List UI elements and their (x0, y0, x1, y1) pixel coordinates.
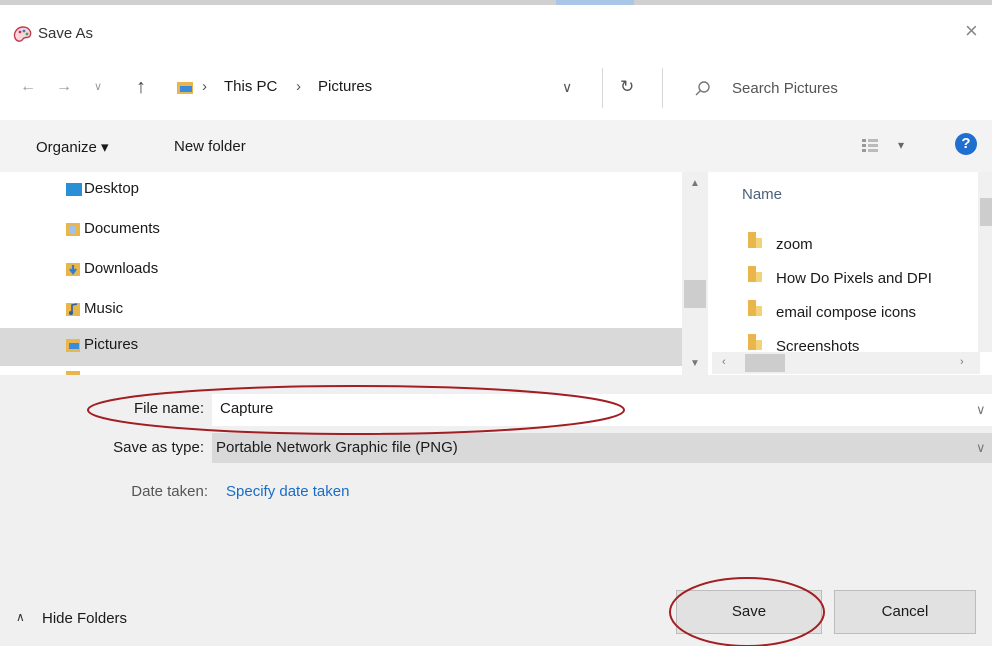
nav-item-documents[interactable]: Documents (0, 212, 682, 250)
address-dropdown-icon[interactable]: ∨ (562, 79, 572, 96)
save-button[interactable]: Save (676, 590, 822, 634)
file-name-label: File name: (133, 400, 204, 417)
divider (662, 68, 663, 108)
chevron-down-icon[interactable]: ∨ (94, 80, 102, 93)
folder-icon (748, 334, 762, 350)
window-top-border (0, 0, 992, 5)
divider (602, 68, 603, 108)
cancel-button[interactable]: Cancel (834, 590, 976, 634)
hide-folders-button[interactable]: Hide Folders (42, 610, 127, 627)
command-toolbar (0, 120, 992, 172)
scrollbar-thumb[interactable] (980, 198, 992, 226)
list-item[interactable]: zoom (748, 228, 992, 254)
file-name: zoom (776, 236, 813, 253)
downloads-folder-icon (66, 263, 80, 276)
view-options-icon[interactable] (862, 139, 878, 153)
nav-item-label: Music (84, 300, 124, 317)
scroll-down-icon[interactable]: ▼ (690, 358, 700, 369)
scroll-up-icon[interactable]: ▲ (690, 178, 700, 189)
desktop-folder-icon (66, 183, 82, 196)
window-title: Save As (38, 25, 94, 42)
nav-item-label: Downloads (84, 260, 159, 277)
refresh-icon[interactable]: ↻ (620, 77, 634, 97)
new-folder-button[interactable]: New folder (174, 138, 246, 155)
chevron-down-icon[interactable]: ∨ (976, 402, 986, 418)
window-top-accent (556, 0, 634, 5)
scrollbar-thumb[interactable] (745, 354, 785, 372)
close-icon[interactable]: × (965, 20, 978, 42)
column-header-name[interactable]: Name (742, 186, 782, 203)
chevron-up-icon[interactable]: ∧ (16, 610, 25, 624)
nav-item-downloads[interactable]: Downloads (0, 252, 682, 290)
nav-item-music[interactable]: Music (0, 292, 682, 330)
list-item[interactable]: email compose icons (748, 296, 992, 322)
paint-icon (13, 26, 32, 42)
documents-folder-icon (66, 223, 80, 236)
pictures-folder-icon (177, 82, 193, 94)
breadcrumb-separator: › (202, 78, 207, 95)
search-input[interactable]: Search Pictures (732, 80, 838, 97)
view-dropdown-icon[interactable]: ▾ (898, 138, 904, 152)
up-arrow-icon[interactable]: ↑ (136, 76, 146, 99)
scroll-left-icon[interactable]: ‹ (722, 356, 726, 368)
pictures-folder-icon (66, 339, 80, 352)
help-icon[interactable]: ? (955, 133, 977, 155)
address-bar[interactable]: › This PC › Pictures ∨ (168, 66, 604, 110)
folder-icon (748, 266, 762, 282)
list-item[interactable]: Screenshots (748, 330, 992, 352)
back-arrow-icon[interactable]: ← (20, 78, 36, 96)
search-icon (695, 81, 710, 96)
file-name: How Do Pixels and DPI (776, 270, 932, 287)
scroll-right-icon[interactable]: › (960, 356, 964, 368)
folder-icon (748, 232, 762, 248)
nav-item-desktop[interactable]: Desktop (0, 172, 682, 210)
file-name: Screenshots (776, 338, 860, 352)
breadcrumb-separator: › (296, 78, 301, 95)
nav-item-label: Pictures (84, 336, 139, 353)
file-name: email compose icons (776, 304, 917, 321)
specify-date-link[interactable]: Specify date taken (226, 483, 349, 500)
save-type-select[interactable]: Portable Network Graphic file (PNG) ∨ (212, 433, 992, 463)
navigation-pane: Desktop Documents Downloads Music Pictur… (0, 172, 682, 375)
nav-pane-scrollbar[interactable] (682, 172, 708, 375)
breadcrumb-this-pc[interactable]: This PC (224, 78, 277, 95)
save-type-value: Portable Network Graphic file (PNG) (216, 439, 458, 456)
chevron-down-icon[interactable]: ∨ (976, 440, 986, 456)
forward-arrow-icon[interactable]: → (56, 78, 72, 96)
date-taken-label: Date taken: (131, 483, 208, 500)
folder-icon (748, 300, 762, 316)
file-name-value: Capture (220, 400, 274, 417)
nav-item-label: Documents (84, 220, 160, 237)
save-type-label: Save as type: (113, 439, 204, 456)
nav-item-label: Desktop (84, 180, 140, 197)
music-folder-icon (66, 303, 80, 316)
breadcrumb-pictures[interactable]: Pictures (318, 78, 372, 95)
file-name-field[interactable]: Capture ∨ (212, 394, 992, 426)
scrollbar-thumb[interactable] (684, 280, 706, 308)
organize-button[interactable]: Organize ▾ (36, 138, 109, 156)
list-item[interactable]: How Do Pixels and DPI (748, 262, 992, 288)
nav-item-pictures[interactable]: Pictures (0, 328, 682, 366)
